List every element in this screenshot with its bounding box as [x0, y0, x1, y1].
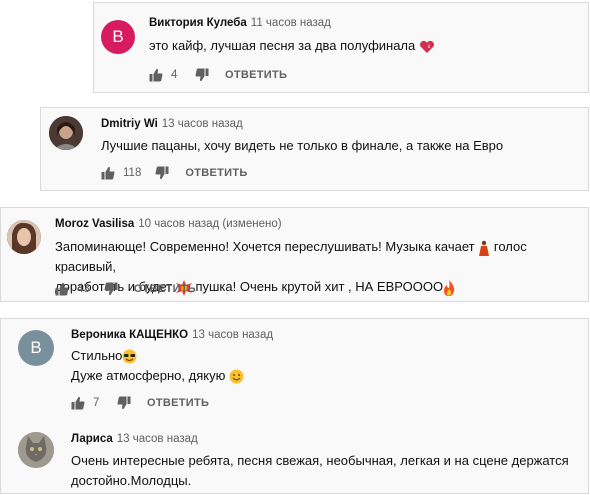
thumbs-down-icon[interactable] [195, 68, 209, 82]
sunglasses-smile-icon [122, 349, 137, 364]
comment-text-fragment: пушка! Очень крутой хит , НА ЕВРОООО [195, 279, 444, 294]
comment-card: В Вероника КАЩЕНКО 13 часов назад Стильно… [0, 318, 589, 494]
comment-text-fragment: Стильно [71, 348, 123, 363]
author-name[interactable]: Вероника КАЩЕНКО [71, 329, 188, 341]
like-count: 7 [93, 397, 100, 409]
comment-actions: 118 ОТВЕТИТЬ [101, 165, 248, 181]
like-count: 43 [77, 283, 90, 295]
thumbs-up-icon[interactable] [149, 68, 163, 82]
comment-text-line: Стильно [71, 346, 244, 366]
avatar-letter: В [30, 338, 42, 357]
smile-icon [229, 369, 244, 384]
reply-button[interactable]: ОТВЕТИТЬ [185, 167, 247, 179]
avatar[interactable]: В [18, 330, 54, 366]
author-name[interactable]: Dmitriy Wi [101, 118, 158, 130]
comment-text-line: Запоминающе! Современно! Хочется переслу… [55, 237, 585, 277]
user-photo-icon [7, 220, 41, 254]
cat-photo-icon [18, 432, 54, 468]
thumbs-down-icon[interactable] [117, 396, 131, 410]
thumbs-down-icon[interactable] [155, 166, 169, 180]
user-photo-icon [49, 116, 83, 150]
dancer-icon [479, 240, 490, 256]
comment-actions: 43 ОТВЕТИТЬ [55, 281, 196, 297]
like-count: 118 [123, 167, 142, 179]
thumbs-up-icon[interactable] [55, 282, 69, 296]
comment-meta: Вероника КАЩЕНКО 13 часов назад [71, 329, 273, 341]
comment-text: Стильно Дуже атмосферно, дякую [71, 346, 244, 386]
comment-actions: 4 ОТВЕТИТЬ [149, 67, 287, 83]
fire-icon [444, 279, 455, 296]
avatar[interactable] [49, 116, 83, 150]
comment-text-fragment: Дуже атмосферно, дякую [71, 368, 226, 383]
comment-text-fragment: Запоминающе! Современно! Хочется переслу… [55, 239, 475, 254]
thumbs-up-icon[interactable] [101, 166, 115, 180]
comment-text-line: Очень интересные ребята, песня свежая, н… [71, 453, 569, 468]
timestamp[interactable]: 10 часов назад (изменено) [138, 218, 281, 230]
timestamp[interactable]: 11 часов назад [251, 17, 331, 29]
timestamp[interactable]: 13 часов назад [192, 329, 273, 341]
comment-text: Лучшие пацаны, хочу видеть не только в ф… [101, 138, 504, 153]
like-count: 4 [171, 69, 178, 81]
comment-meta: Виктория Кулеба 11 часов назад [149, 17, 331, 29]
comment-card: Dmitriy Wi 13 часов назад Лучшие пацаны, … [40, 107, 589, 191]
timestamp[interactable]: 13 часов назад [117, 433, 198, 445]
comment-card: Moroz Vasilisa 10 часов назад (изменено) … [0, 207, 589, 302]
avatar-letter: В [112, 27, 124, 46]
avatar[interactable] [7, 220, 41, 254]
comment-meta: Лариса 13 часов назад [71, 433, 198, 445]
comment-meta: Dmitriy Wi 13 часов назад [101, 118, 243, 130]
thumbs-down-icon[interactable] [104, 282, 118, 296]
heart-icon [419, 40, 434, 53]
author-name[interactable]: Лариса [71, 433, 113, 445]
reply-button[interactable]: ОТВЕТИТЬ [225, 69, 287, 81]
comment-card: В Виктория Кулеба 11 часов назад это кайф… [93, 2, 589, 93]
comment-text-line: Дуже атмосферно, дякую [71, 366, 244, 386]
comment-text-line: достойно.Молодцы. [71, 473, 192, 488]
thumbs-up-icon[interactable] [71, 396, 85, 410]
author-name[interactable]: Виктория Кулеба [149, 17, 247, 29]
comment-text-body: это кайф, лучшая песня за два полуфинала [149, 38, 416, 53]
comment-meta: Moroz Vasilisa 10 часов назад (изменено) [55, 218, 282, 230]
reply-button[interactable]: ОТВЕТИТЬ [147, 397, 209, 409]
author-name[interactable]: Moroz Vasilisa [55, 218, 134, 230]
avatar[interactable]: В [101, 20, 135, 54]
avatar[interactable] [18, 432, 54, 468]
timestamp[interactable]: 13 часов назад [162, 118, 243, 130]
comment-actions: 7 ОТВЕТИТЬ [71, 395, 209, 411]
comment-text: Очень интересные ребята, песня свежая, н… [71, 451, 586, 491]
reply-button[interactable]: ОТВЕТИТЬ [134, 283, 196, 295]
comment-text: это кайф, лучшая песня за два полуфинала [149, 36, 435, 56]
